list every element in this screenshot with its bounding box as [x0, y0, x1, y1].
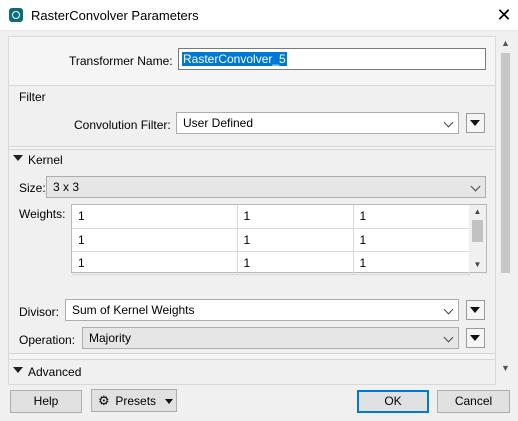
weight-cell[interactable]: 1 — [353, 228, 470, 252]
advanced-section-title: Advanced — [28, 365, 82, 379]
divisor-select[interactable]: Sum of Kernel Weights — [65, 299, 459, 321]
weight-cell[interactable]: 1 — [237, 228, 354, 252]
ok-button[interactable]: OK — [357, 390, 429, 413]
weight-cell[interactable]: 1 — [353, 205, 470, 229]
kernel-section-title: Kernel — [28, 153, 63, 167]
divisor-label: Divisor: — [19, 305, 60, 319]
gear-icon: ⚙ — [98, 393, 110, 408]
expand-triangle-icon[interactable] — [13, 367, 23, 373]
chevron-down-icon — [443, 332, 454, 343]
expand-triangle-icon[interactable] — [13, 155, 23, 161]
convolution-filter-label: Convolution Filter: — [74, 118, 171, 132]
size-select[interactable]: 3 x 3 — [46, 176, 486, 198]
scroll-up-icon[interactable]: ▲ — [497, 36, 514, 51]
size-label: Size: — [19, 181, 46, 195]
weights-label: Weights: — [19, 207, 66, 221]
table-row: 1 1 1 — [72, 251, 470, 275]
convolution-filter-select[interactable]: User Defined — [176, 112, 459, 134]
weights-scrollbar[interactable]: ▲ ▼ — [469, 205, 486, 272]
presets-label: Presets — [115, 394, 157, 408]
weights-table: 1 1 1 1 1 1 1 1 1 — [72, 205, 470, 275]
table-row: 1 1 1 — [72, 228, 470, 252]
weights-scroll-thumb[interactable] — [472, 220, 483, 242]
chevron-down-icon — [443, 117, 454, 128]
operation-value: Majority — [89, 331, 132, 345]
filter-section-title: Filter — [19, 90, 46, 104]
chevron-down-icon — [443, 304, 454, 315]
convolution-filter-menu-button[interactable] — [466, 113, 485, 133]
close-icon[interactable]: ✕ — [494, 3, 514, 27]
weight-cell[interactable]: 1 — [72, 228, 238, 252]
transformer-name-value: RasterConvolver_5 — [182, 52, 287, 66]
window-title: RasterConvolver Parameters — [31, 8, 199, 23]
parameters-panel: Transformer Name: RasterConvolver_5 Filt… — [8, 36, 496, 385]
main-scroll-thumb[interactable] — [501, 53, 510, 273]
table-row: 1 1 1 — [72, 205, 470, 229]
operation-label: Operation: — [19, 333, 76, 347]
operation-menu-button[interactable] — [466, 328, 485, 348]
divisor-menu-button[interactable] — [466, 300, 485, 320]
size-value: 3 x 3 — [53, 180, 80, 194]
dropdown-arrow-icon — [165, 399, 174, 405]
convolution-filter-value: User Defined — [183, 116, 254, 130]
chevron-down-icon — [470, 181, 481, 192]
weights-grid: 1 1 1 1 1 1 1 1 1 ▲ ▼ — [71, 204, 487, 275]
divisor-value: Sum of Kernel Weights — [72, 303, 195, 317]
transformer-name-input[interactable]: RasterConvolver_5 — [178, 48, 486, 70]
scroll-down-icon[interactable]: ▼ — [469, 258, 486, 272]
title-bar: RasterConvolver Parameters ✕ — [0, 0, 518, 31]
weight-cell[interactable]: 1 — [353, 251, 470, 275]
app-icon — [9, 8, 23, 22]
transformer-name-label: Transformer Name: — [69, 54, 173, 68]
cancel-button[interactable]: Cancel — [437, 390, 510, 413]
help-button[interactable]: Help — [10, 390, 82, 413]
scroll-up-icon[interactable]: ▲ — [469, 205, 486, 219]
operation-select[interactable]: Majority — [82, 327, 459, 349]
weight-cell[interactable]: 1 — [237, 205, 354, 229]
weight-cell[interactable]: 1 — [72, 205, 238, 229]
advanced-section: Advanced — [9, 359, 495, 384]
presets-button[interactable]: ⚙ Presets — [91, 389, 177, 412]
scroll-down-icon[interactable]: ▼ — [497, 361, 514, 376]
filter-section: Filter Convolution Filter: User Defined — [9, 85, 495, 147]
main-scrollbar[interactable]: ▲ ▼ — [497, 36, 514, 378]
weight-cell[interactable]: 1 — [237, 251, 354, 275]
weight-cell[interactable]: 1 — [72, 251, 238, 275]
